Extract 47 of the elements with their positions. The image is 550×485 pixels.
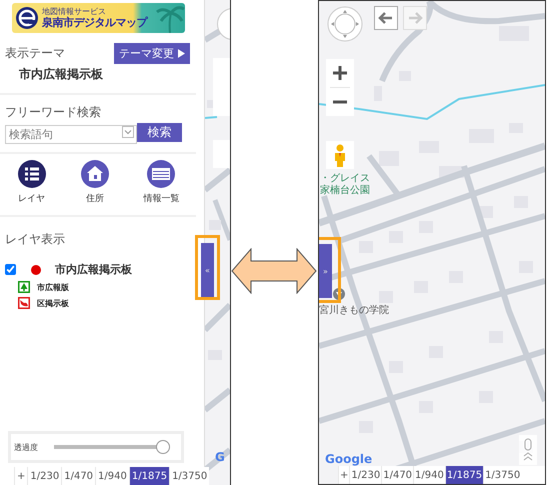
layer-label: 市内広報掲示板 — [55, 262, 132, 277]
logo-subtitle: 地図情報サービス — [42, 8, 107, 16]
scale-button[interactable]: 1/940 — [95, 467, 129, 485]
opacity-label: 透過度 — [14, 442, 39, 452]
search-label: フリーワード検索 — [5, 105, 101, 119]
map-label: ・グレイス — [320, 172, 370, 184]
scale-button[interactable]: + — [14, 467, 28, 485]
scale-button[interactable]: 1/470 — [61, 467, 96, 485]
scale-button[interactable]: 1/940 — [413, 466, 445, 484]
nav-item[interactable]: 情報一覧 — [143, 159, 180, 205]
table-icon — [146, 159, 176, 189]
scale-button[interactable]: 1/230 — [349, 466, 382, 484]
scale-button[interactable]: 1/3750 — [169, 467, 210, 485]
expand-button[interactable]: » — [319, 244, 332, 298]
scale-button[interactable]: 1/1875 — [444, 466, 484, 484]
map-logo: Google — [325, 452, 372, 466]
nav-item[interactable]: レイヤ — [16, 159, 47, 205]
scale-button[interactable]: 1/3750 — [483, 466, 522, 484]
map-label: 家楠台公園 — [320, 184, 370, 197]
nav-item[interactable]: 住所 — [80, 159, 110, 205]
layer-checkbox[interactable] — [5, 264, 16, 275]
pegman-icon[interactable] — [326, 141, 354, 169]
opacity-slider-thumb[interactable] — [156, 440, 170, 454]
theme-value: 市内広報掲示板 — [19, 66, 104, 83]
scale-button[interactable]: + — [338, 466, 350, 484]
theme-label: 表示テーマ — [5, 45, 65, 62]
list-icon — [16, 159, 47, 189]
change-theme-button[interactable]: テーマ変更 — [114, 43, 190, 64]
palm-tree-icon — [155, 3, 185, 33]
map-logo: G — [215, 450, 225, 464]
layers-heading: レイヤ表示 — [5, 231, 66, 248]
scale-button[interactable]: 1/470 — [381, 466, 414, 484]
legend-label: 市広報版 — [37, 282, 69, 292]
compass-control[interactable] — [327, 6, 363, 42]
logo-icon — [15, 6, 39, 30]
highlight-frame — [195, 235, 220, 300]
map-label: 宮川きもの学院 — [319, 304, 389, 317]
collapse-button[interactable]: « — [201, 243, 214, 297]
caret-icon — [178, 49, 185, 58]
house-icon — [80, 159, 110, 189]
search-field[interactable]: 検索語句 — [5, 125, 137, 144]
scale-button[interactable]: 1/1875 — [128, 467, 170, 485]
search-button[interactable]: 検索 — [137, 123, 182, 142]
legend-label: 区掲示板 — [37, 298, 69, 308]
scale-button[interactable]: 1/230 — [27, 467, 62, 485]
poi-icon — [333, 288, 345, 300]
dropdown-icon — [122, 126, 134, 138]
